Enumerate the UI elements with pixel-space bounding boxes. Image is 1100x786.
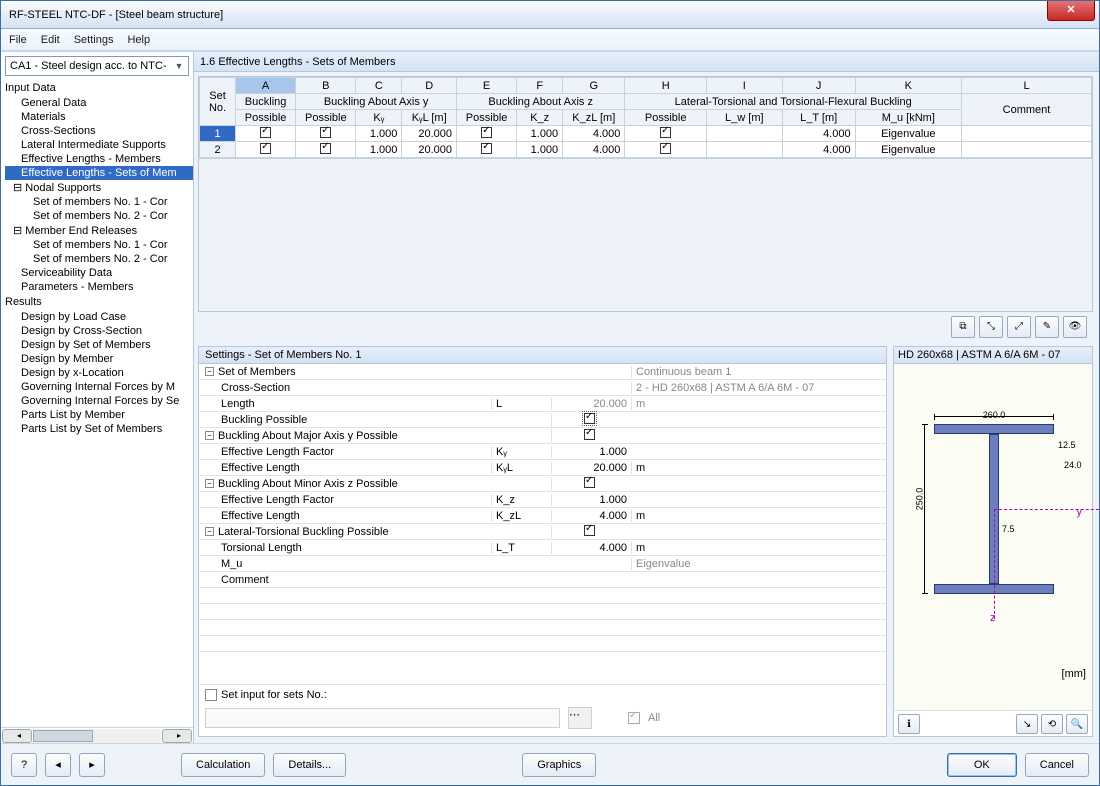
toolbar-btn-3[interactable]: ⤢ (1007, 316, 1031, 338)
menu-edit[interactable]: Edit (41, 34, 60, 46)
col-set-no: SetNo. (200, 78, 236, 126)
nav-tree[interactable]: Input Data General Data Materials Cross-… (1, 78, 193, 727)
preview-btn-1[interactable]: ↘ (1016, 714, 1038, 734)
graphics-button[interactable]: Graphics (522, 753, 596, 777)
tree-eff-members[interactable]: Effective Lengths - Members (5, 152, 193, 166)
tree-r-som[interactable]: Design by Set of Members (5, 338, 193, 352)
tree-input-data[interactable]: Input Data (5, 80, 193, 96)
tree-mer2[interactable]: Set of members No. 2 - Cor (5, 252, 193, 266)
tree-r-plsom[interactable]: Parts List by Set of Members (5, 422, 193, 436)
cancel-button[interactable]: Cancel (1025, 753, 1089, 777)
grid-row-2[interactable]: 2 1.000 20.000 1.000 4.000 4.000 Eigenva… (200, 142, 1092, 158)
tree-r-plm[interactable]: Parts List by Member (5, 408, 193, 422)
toolbar-btn-1[interactable]: ⧉ (951, 316, 975, 338)
all-checkbox[interactable] (628, 712, 640, 724)
left-panel: CA1 - Steel design acc. to NTC- ▼ Input … (1, 52, 194, 743)
tree-eff-sets-selected[interactable]: Effective Lengths - Sets of Mem (5, 166, 193, 180)
close-button[interactable]: ✕ (1047, 1, 1095, 21)
menu-help[interactable]: Help (127, 34, 150, 46)
tree-ns2[interactable]: Set of members No. 2 - Cor (5, 209, 193, 223)
checkbox-icon[interactable] (260, 127, 271, 138)
tree-r-mem[interactable]: Design by Member (5, 352, 193, 366)
tree-lateral[interactable]: Lateral Intermediate Supports (5, 138, 193, 152)
tree-serv[interactable]: Serviceability Data (5, 266, 193, 280)
tree-hscroll[interactable]: ◂ ▸ (1, 727, 193, 743)
tree-params[interactable]: Parameters - Members (5, 280, 193, 294)
tree-mer1[interactable]: Set of members No. 1 - Cor (5, 238, 193, 252)
toolbar-btn-5[interactable]: 👁 (1063, 316, 1087, 338)
settings-header: Settings - Set of Members No. 1 (199, 347, 886, 364)
tree-r-cs[interactable]: Design by Cross-Section (5, 324, 193, 338)
col-letter-a[interactable]: A (236, 78, 296, 94)
prev-button[interactable]: ◂ (45, 753, 71, 777)
settings-footer: Set input for sets No.: ⋯ All (199, 684, 886, 736)
tree-materials[interactable]: Materials (5, 110, 193, 124)
section-preview: HD 260x68 | ASTM A 6/A 6M - 07 260.0 250… (893, 346, 1093, 737)
toolbar-btn-2[interactable]: ⤡ (979, 316, 1003, 338)
app-window: RF-STEEL NTC-DF - [Steel beam structure]… (0, 0, 1100, 786)
preview-btn-3[interactable]: 🔍 (1066, 714, 1088, 734)
tree-general[interactable]: General Data (5, 96, 193, 110)
details-button[interactable]: Details... (273, 753, 346, 777)
info-button[interactable]: ℹ (898, 714, 920, 734)
sets-no-input[interactable] (205, 708, 560, 728)
preview-header: HD 260x68 | ASTM A 6/A 6M - 07 (894, 347, 1092, 364)
titlebar: RF-STEEL NTC-DF - [Steel beam structure]… (1, 1, 1099, 29)
chevron-down-icon: ▼ (172, 61, 186, 71)
grid-toolbar: ⧉ ⤡ ⤢ ✎ 👁 (194, 314, 1093, 340)
tree-nodal[interactable]: ⊟ Nodal Supports (5, 180, 193, 195)
preview-btn-2[interactable]: ⟲ (1041, 714, 1063, 734)
tree-r-xloc[interactable]: Design by x-Location (5, 366, 193, 380)
help-button[interactable]: ? (11, 753, 37, 777)
toolbar-btn-4[interactable]: ✎ (1035, 316, 1059, 338)
ok-button[interactable]: OK (947, 753, 1017, 777)
calculation-button[interactable]: Calculation (181, 753, 265, 777)
scroll-left-icon[interactable]: ◂ (2, 729, 32, 743)
menu-settings[interactable]: Settings (74, 34, 114, 46)
buckling-possible-checkbox[interactable] (584, 413, 595, 424)
collapse-icon[interactable]: − (205, 367, 214, 376)
window-title: RF-STEEL NTC-DF - [Steel beam structure] (9, 9, 223, 21)
menu-file[interactable]: File (9, 34, 27, 46)
pane-title: 1.6 Effective Lengths - Sets of Members (194, 52, 1099, 72)
set-input-checkbox[interactable] (205, 689, 217, 701)
effective-lengths-grid[interactable]: SetNo. A B C D E F G H I J K L (198, 76, 1093, 312)
pick-button[interactable]: ⋯ (568, 707, 592, 729)
next-button[interactable]: ▸ (79, 753, 105, 777)
tree-mer[interactable]: ⊟ Member End Releases (5, 223, 193, 238)
settings-panel: Settings - Set of Members No. 1 −Set of … (198, 346, 887, 737)
tree-r-lc[interactable]: Design by Load Case (5, 310, 193, 324)
tree-cross-sections[interactable]: Cross-Sections (5, 124, 193, 138)
right-panel: 1.6 Effective Lengths - Sets of Members … (194, 52, 1099, 743)
section-drawing: 260.0 250.0 12.5 24.0 7.5 y z [mm] (894, 364, 1092, 710)
tree-results[interactable]: Results (5, 294, 193, 310)
tree-r-gif-s[interactable]: Governing Internal Forces by Se (5, 394, 193, 408)
grid-row-1[interactable]: 1 1.000 20.000 1.000 4.000 4.000 Eigenva… (200, 126, 1092, 142)
tree-r-gif-m[interactable]: Governing Internal Forces by M (5, 380, 193, 394)
scroll-right-icon[interactable]: ▸ (162, 729, 192, 743)
dialog-footer: ? ◂ ▸ Calculation Details... Graphics OK… (1, 743, 1099, 785)
case-combo[interactable]: CA1 - Steel design acc. to NTC- ▼ (5, 56, 189, 76)
menubar: File Edit Settings Help (1, 29, 1099, 51)
tree-ns1[interactable]: Set of members No. 1 - Cor (5, 195, 193, 209)
